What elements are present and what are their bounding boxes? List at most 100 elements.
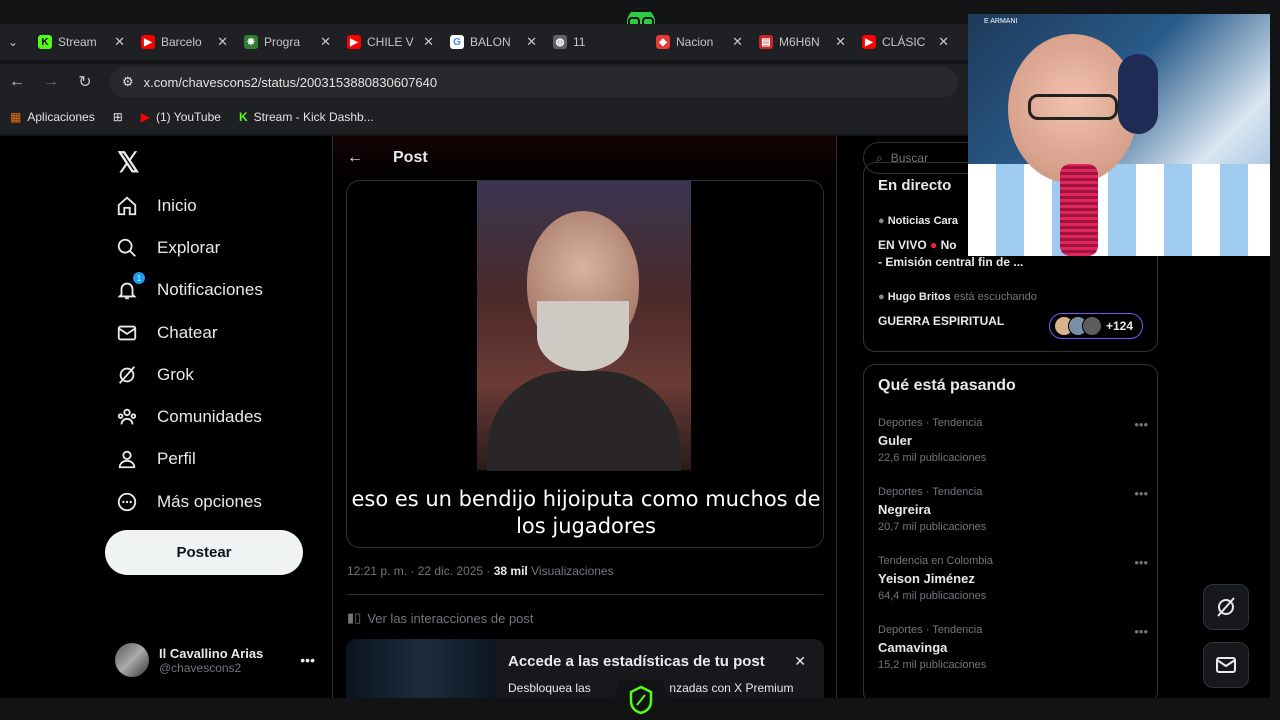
trend-category: Tendencia en Colombia bbox=[878, 555, 993, 567]
post-timestamp: 12:21 p. m. · 22 dic. 2025 · bbox=[347, 564, 494, 578]
space-title[interactable]: GUERRA ESPIRITUAL bbox=[878, 314, 1004, 328]
news-icon: ◆ bbox=[656, 35, 670, 49]
bookmark-youtube[interactable]: ▶ (1) YouTube bbox=[141, 110, 221, 124]
more-dots-icon[interactable]: ••• bbox=[1134, 555, 1148, 570]
webcam-glasses bbox=[1028, 94, 1118, 120]
browser-tab[interactable]: ✸ Progra ✕ bbox=[236, 28, 339, 56]
trend-item[interactable]: Deportes · Tendencia Negreira 20,7 mil p… bbox=[878, 486, 1148, 533]
video-player[interactable] bbox=[477, 181, 691, 471]
post-button[interactable]: Postear bbox=[105, 530, 303, 575]
browser-tab[interactable]: ◆ Nacion ✕ bbox=[648, 28, 751, 56]
account-switcher[interactable]: Il Cavallino Arias @chavescons2 ••• bbox=[115, 636, 315, 684]
close-tab-icon[interactable]: ✕ bbox=[320, 34, 331, 50]
divider bbox=[347, 594, 823, 595]
tab-title: CLÁSIC bbox=[882, 35, 926, 49]
close-tab-icon[interactable]: ✕ bbox=[114, 34, 125, 50]
more-dots-icon[interactable]: ••• bbox=[1134, 417, 1148, 432]
close-icon[interactable]: ✕ bbox=[794, 653, 806, 670]
back-arrow-icon[interactable]: ← bbox=[347, 149, 363, 167]
nav-label: Notificaciones bbox=[157, 280, 263, 299]
trend-item[interactable]: Deportes · Tendencia Camavinga 15,2 mil … bbox=[878, 624, 1148, 671]
promo-title: Accede a las estadísticas de tu post bbox=[508, 653, 765, 670]
close-tab-icon[interactable]: ✕ bbox=[938, 34, 949, 50]
trend-count: 15,2 mil publicaciones bbox=[878, 659, 987, 671]
trend-item[interactable]: Deportes · Tendencia Guler 22,6 mil publ… bbox=[878, 417, 1148, 464]
browser-tab[interactable]: K Stream ✕ bbox=[30, 28, 133, 56]
more-dots-icon[interactable]: ••• bbox=[1134, 624, 1148, 639]
youtube-icon: ▶ bbox=[862, 35, 876, 49]
nav-item-grok[interactable]: Grok bbox=[115, 363, 194, 387]
tab-search-icon[interactable]: ⌄ bbox=[8, 35, 30, 49]
nav-item-notifications[interactable]: 1 Notificaciones bbox=[115, 272, 263, 302]
live-title-part: No bbox=[940, 238, 957, 252]
views-count: 38 mil bbox=[493, 564, 528, 578]
live-dot-icon: ● bbox=[930, 238, 938, 252]
post-interactions-link[interactable]: ▮▯ Ver las interacciones de post bbox=[347, 610, 534, 626]
webcam-label: E ARMANI bbox=[984, 18, 1018, 25]
bell-icon: 1 bbox=[115, 272, 145, 302]
nav-item-profile[interactable]: Perfil bbox=[115, 447, 196, 471]
close-tab-icon[interactable]: ✕ bbox=[423, 34, 434, 50]
close-tab-icon[interactable]: ✕ bbox=[732, 34, 743, 50]
grok-icon bbox=[1217, 597, 1235, 617]
notification-badge: 1 bbox=[133, 272, 145, 284]
headset-icon bbox=[1118, 54, 1158, 134]
close-tab-icon[interactable]: ✕ bbox=[835, 34, 846, 50]
browser-toolbar: ← → ↻ ⚙ x.com/chavescons2/status/2003153… bbox=[0, 64, 968, 100]
listeners-pill[interactable]: +124 bbox=[1049, 313, 1143, 339]
browser-tab[interactable]: ▶ CLÁSIC ✕ bbox=[854, 28, 957, 56]
views-label: Visualizaciones bbox=[527, 564, 614, 578]
program-icon: ✸ bbox=[244, 35, 258, 49]
premium-promo[interactable]: Accede a las estadísticas de tu post Des… bbox=[346, 639, 824, 698]
browser-tab[interactable]: ▶ Barcelo ✕ bbox=[133, 28, 236, 56]
forward-icon[interactable]: → bbox=[34, 73, 68, 91]
avatar bbox=[1082, 316, 1102, 336]
address-bar[interactable]: ⚙ x.com/chavescons2/status/2003153880830… bbox=[110, 67, 958, 97]
person-icon bbox=[115, 447, 139, 471]
mail-icon bbox=[1216, 657, 1236, 673]
x-logo-icon[interactable]: 𝕏 bbox=[117, 146, 140, 179]
kick-icon: K bbox=[238, 110, 248, 124]
back-icon[interactable]: ← bbox=[0, 73, 34, 91]
trend-name: Yeison Jiménez bbox=[878, 571, 975, 586]
nav-item-communities[interactable]: Comunidades bbox=[115, 405, 262, 429]
nav-item-home[interactable]: Inicio bbox=[115, 194, 197, 218]
live-listener[interactable]: ● Hugo Britos está escuchando bbox=[878, 291, 1037, 303]
avatar bbox=[115, 643, 149, 677]
bookmark-apps[interactable]: ▦ Aplicaciones bbox=[10, 110, 95, 124]
account-name: Il Cavallino Arias bbox=[159, 645, 264, 661]
shield-icon bbox=[629, 685, 653, 715]
more-dots-icon[interactable]: ••• bbox=[300, 652, 315, 668]
close-tab-icon[interactable]: ✕ bbox=[217, 34, 228, 50]
left-navigation: 𝕏 Inicio Explorar 1 Notificaciones Chate… bbox=[105, 136, 325, 698]
bar-chart-icon: ▮▯ bbox=[347, 610, 362, 625]
analytics-preview-image bbox=[346, 639, 496, 698]
live-source[interactable]: ● Noticias Cara bbox=[878, 215, 958, 227]
site-settings-icon[interactable]: ⚙ bbox=[122, 74, 134, 90]
stream-frame: ⌄ K Stream ✕ ▶ Barcelo ✕ ✸ Progra ✕ ▶ CH… bbox=[0, 0, 1280, 720]
nav-item-explore[interactable]: Explorar bbox=[115, 236, 220, 260]
nav-item-chat[interactable]: Chatear bbox=[115, 321, 217, 345]
grid-icon[interactable]: ⊞ bbox=[113, 110, 123, 124]
close-tab-icon[interactable]: ✕ bbox=[526, 34, 537, 50]
reload-icon[interactable]: ↻ bbox=[68, 72, 102, 92]
post-media-card[interactable]: eso es un bendijo hijoiputa como muchos … bbox=[346, 180, 824, 548]
subtitle-line: los jugadores bbox=[516, 514, 656, 538]
globe-icon: ◍ bbox=[553, 35, 567, 49]
tab-title: BALON bbox=[470, 35, 511, 49]
bookmark-kick[interactable]: K Stream - Kick Dashb... bbox=[239, 110, 374, 124]
messages-float-button[interactable] bbox=[1203, 642, 1249, 688]
more-dots-icon[interactable]: ••• bbox=[1134, 486, 1148, 501]
nav-item-more[interactable]: Más opciones bbox=[115, 490, 262, 514]
grok-float-button[interactable] bbox=[1203, 584, 1249, 630]
browser-tab[interactable]: ▶ CHILE V ✕ bbox=[339, 28, 442, 56]
post-column: ← Post eso es un bendijo hijoiputa como … bbox=[332, 136, 837, 698]
trend-item[interactable]: Tendencia en Colombia Yeison Jiménez 64,… bbox=[878, 555, 1148, 602]
browser-tab[interactable]: ◍ 11 bbox=[545, 28, 648, 56]
user-avatar-icon: ● bbox=[878, 291, 885, 303]
nav-label: Comunidades bbox=[157, 407, 262, 426]
webcam-overlay: E ARMANI bbox=[968, 14, 1270, 256]
browser-tab[interactable]: ▤ M6H6N ✕ bbox=[751, 28, 854, 56]
trend-name: Guler bbox=[878, 433, 912, 448]
browser-tab[interactable]: G BALON ✕ bbox=[442, 28, 545, 56]
